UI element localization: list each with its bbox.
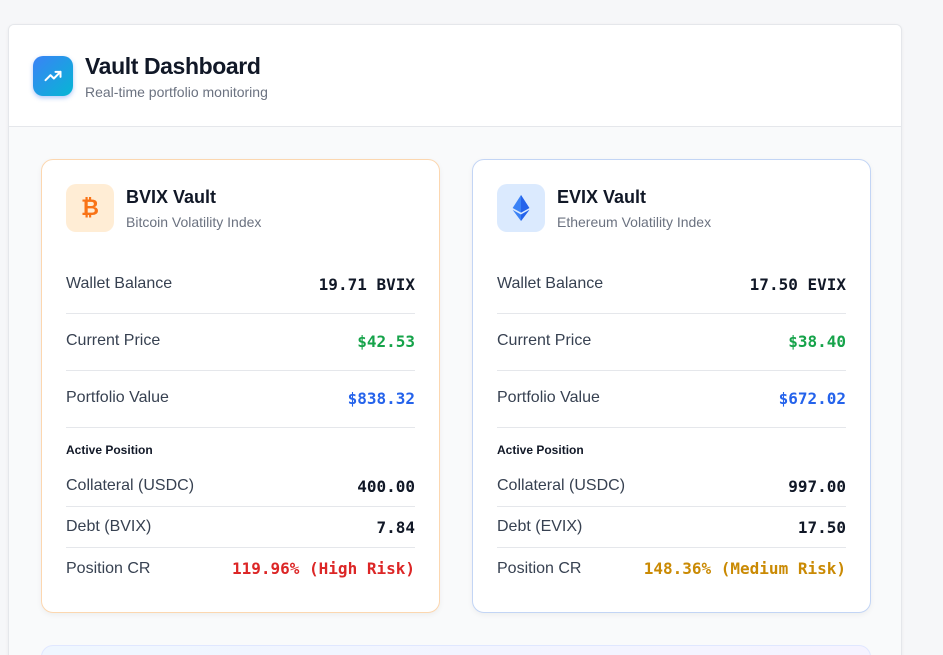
collateral-label: Collateral (USDC) — [66, 477, 195, 494]
position-cr-label: Position CR — [497, 559, 582, 577]
current-price-row: Current Price $38.40 — [497, 314, 846, 371]
vault-title: EVIX Vault — [557, 187, 647, 207]
vault-description: Ethereum Volatility Index — [557, 214, 712, 230]
portfolio-value-label: Portfolio Value — [497, 389, 600, 406]
dashboard-panel: Vault Dashboard Real-time portfolio moni… — [8, 24, 902, 655]
debt-value: 7.84 — [376, 517, 415, 537]
debt-row: Debt (EVIX) 17.50 — [497, 507, 846, 548]
debt-label: Debt (EVIX) — [497, 518, 583, 535]
ethereum-icon — [497, 184, 545, 232]
vault-title: BVIX Vault — [126, 187, 217, 207]
collateral-value: 400.00 — [357, 476, 415, 496]
current-price-value: $42.53 — [357, 331, 415, 351]
position-cr-value: 119.96% (High Risk) — [231, 559, 415, 578]
position-cr-row: Position CR 148.36% (Medium Risk) — [497, 548, 846, 589]
position-cr-value: 148.36% (Medium Risk) — [643, 559, 846, 578]
page-subtitle: Real-time portfolio monitoring — [85, 84, 268, 100]
portfolio-value-row: Portfolio Value $672.02 — [497, 371, 846, 428]
debt-value: 17.50 — [797, 517, 846, 537]
current-price-value: $38.40 — [788, 331, 846, 351]
collateral-row: Collateral (USDC) 997.00 — [497, 466, 846, 507]
dashboard-header: Vault Dashboard Real-time portfolio moni… — [9, 25, 901, 127]
debt-label: Debt (BVIX) — [66, 518, 152, 535]
current-price-label: Current Price — [66, 332, 161, 349]
current-price-label: Current Price — [497, 332, 592, 349]
portfolio-value-value: $838.32 — [347, 388, 415, 408]
position-cr-label: Position CR — [66, 559, 151, 577]
wallet-balance-row: Wallet Balance 17.50 EVIX — [497, 257, 846, 314]
active-position-heading: Active Position — [66, 443, 153, 457]
wallet-balance-value: 17.50 EVIX — [749, 274, 846, 294]
debt-row: Debt (BVIX) 7.84 — [66, 507, 415, 548]
wallet-balance-value: 19.71 BVIX — [318, 274, 415, 294]
page-title: Vault Dashboard — [85, 53, 261, 79]
collateral-value: 997.00 — [788, 476, 846, 496]
trending-up-icon — [33, 56, 73, 96]
bitcoin-icon: ₿ — [66, 184, 114, 232]
current-price-row: Current Price $42.53 — [66, 314, 415, 371]
wallet-balance-label: Wallet Balance — [497, 275, 604, 292]
collateral-label: Collateral (USDC) — [497, 477, 626, 494]
portfolio-value-value: $672.02 — [778, 388, 846, 408]
position-cr-row: Position CR 119.96% (High Risk) — [66, 548, 415, 589]
summary-card-partial — [41, 645, 871, 655]
vault-description: Bitcoin Volatility Index — [126, 214, 262, 230]
wallet-balance-row: Wallet Balance 19.71 BVIX — [66, 257, 415, 314]
portfolio-value-label: Portfolio Value — [66, 389, 169, 406]
active-position-heading: Active Position — [497, 443, 584, 457]
wallet-balance-label: Wallet Balance — [66, 275, 173, 292]
evix-vault-card: EVIX Vault Ethereum Volatility Index Wal… — [472, 159, 871, 613]
portfolio-value-row: Portfolio Value $838.32 — [66, 371, 415, 428]
collateral-row: Collateral (USDC) 400.00 — [66, 466, 415, 507]
bvix-vault-card: ₿ BVIX Vault Bitcoin Volatility Index Wa… — [41, 159, 440, 613]
